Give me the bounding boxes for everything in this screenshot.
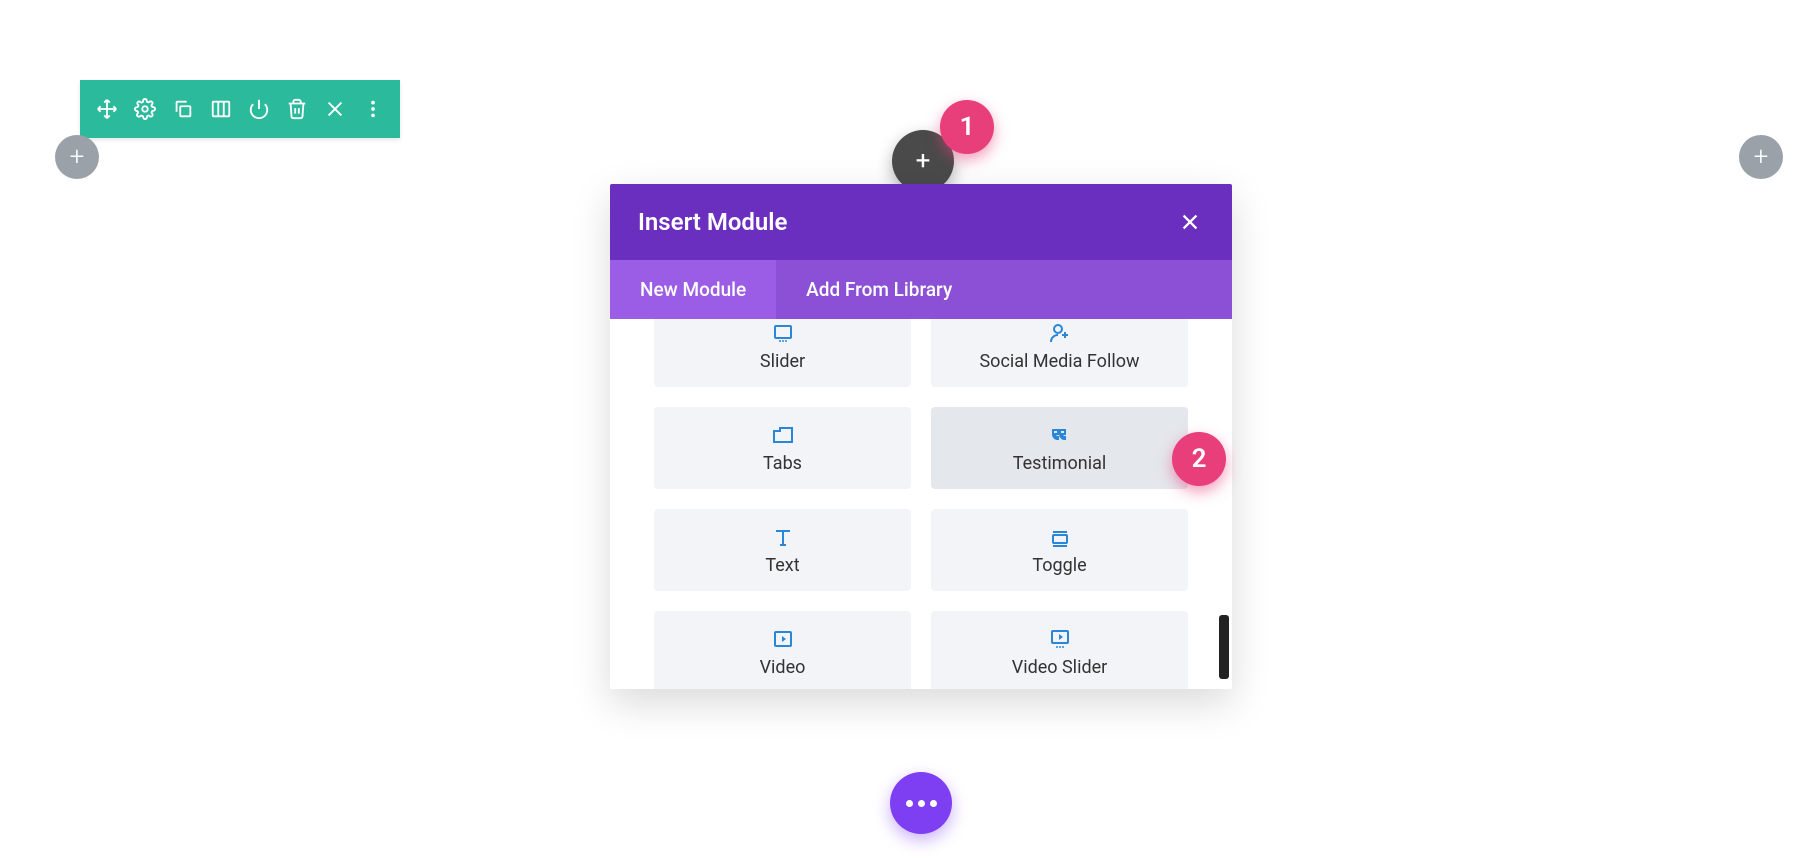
more-icon[interactable] xyxy=(354,90,392,128)
add-section-right-button[interactable]: + xyxy=(1739,135,1783,179)
columns-icon[interactable] xyxy=(202,90,240,128)
modal-body: Slider Social Media Follow Tabs Testimon… xyxy=(610,319,1232,689)
module-label: Tabs xyxy=(763,453,802,474)
annotation-badge-2: 2 xyxy=(1172,432,1226,486)
tab-new-module[interactable]: New Module xyxy=(610,260,776,319)
scrollbar-thumb[interactable] xyxy=(1219,615,1229,679)
video-icon xyxy=(771,627,795,651)
module-label: Social Media Follow xyxy=(979,351,1139,372)
testimonial-icon xyxy=(1048,423,1072,447)
module-toggle[interactable]: Toggle xyxy=(931,509,1188,591)
modal-title: Insert Module xyxy=(638,208,787,236)
annotation-badge-1: 1 xyxy=(940,100,994,154)
move-icon[interactable] xyxy=(88,90,126,128)
module-social-media-follow[interactable]: Social Media Follow xyxy=(931,319,1188,387)
add-section-left-button[interactable]: + xyxy=(55,135,99,179)
text-icon xyxy=(771,525,795,549)
module-video-slider[interactable]: Video Slider xyxy=(931,611,1188,689)
module-label: Slider xyxy=(760,351,805,372)
module-video[interactable]: Video xyxy=(654,611,911,689)
expand-settings-button[interactable] xyxy=(890,772,952,834)
row-toolbar xyxy=(80,80,400,138)
module-label: Testimonial xyxy=(1013,453,1107,474)
module-slider[interactable]: Slider xyxy=(654,319,911,387)
tab-add-from-library[interactable]: Add From Library xyxy=(776,260,982,319)
gear-icon[interactable] xyxy=(126,90,164,128)
module-testimonial[interactable]: Testimonial xyxy=(931,407,1188,489)
social-follow-icon xyxy=(1048,321,1072,345)
module-label: Text xyxy=(765,555,799,576)
video-slider-icon xyxy=(1048,627,1072,651)
tabs-icon xyxy=(771,423,795,447)
modal-tabs: New Module Add From Library xyxy=(610,260,1232,319)
toggle-icon xyxy=(1048,525,1072,549)
duplicate-icon[interactable] xyxy=(164,90,202,128)
slider-icon xyxy=(771,321,795,345)
module-label: Video xyxy=(760,657,806,678)
module-label: Toggle xyxy=(1032,555,1086,576)
modal-header: Insert Module xyxy=(610,184,1232,260)
module-tabs[interactable]: Tabs xyxy=(654,407,911,489)
power-icon[interactable] xyxy=(240,90,278,128)
modal-close-button[interactable] xyxy=(1176,208,1204,236)
trash-icon[interactable] xyxy=(278,90,316,128)
module-label: Video Slider xyxy=(1012,657,1108,678)
close-icon[interactable] xyxy=(316,90,354,128)
module-text[interactable]: Text xyxy=(654,509,911,591)
insert-module-modal: Insert Module New Module Add From Librar… xyxy=(610,184,1232,689)
